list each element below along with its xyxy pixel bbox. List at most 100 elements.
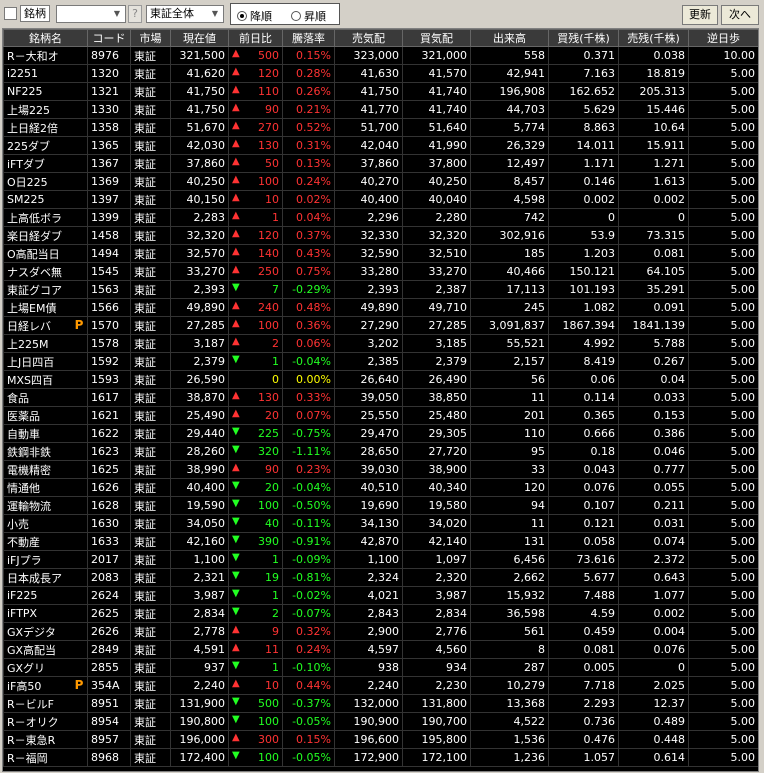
column-header[interactable]: 騰落率 — [282, 29, 335, 47]
table-row[interactable]: ナスダベ無 1545 東証 33,270 ▲ 250 0.75% 33,280 33,270 40… — [3, 262, 758, 281]
down-arrow-icon: ▼ — [232, 606, 240, 617]
table-row[interactable]: GXデジタ 2626 東証 2,778 ▲ 9 0.32% 2,900 2,776 561 0.45… — [3, 622, 758, 641]
table-row[interactable]: 東証グコア 1563 東証 2,393 ▼ 7 -0.29% 2,393 2,387 17,113… — [3, 280, 758, 299]
table-row[interactable]: GX高配当 2849 東証 4,591 ▲ 11 0.24% 4,597 4,560 8 0.081… — [3, 640, 758, 659]
code-cell: 1628 — [87, 496, 131, 515]
table-row[interactable]: MXS四百 1593 東証 26,590 0 0.00% 26,640 26,490 56 0.0… — [3, 370, 758, 389]
table-row[interactable]: GXグリ 2855 東証 937 ▼ 1 -0.10% 938 934 287 0.005 0 5.00 — [3, 658, 758, 677]
table-row[interactable]: R－オリク 8954 東証 190,800 ▼ 100 -0.05% 190,900 190,7… — [3, 712, 758, 731]
table-row[interactable]: 日経レバ P 1570 東証 27,285 ▲ 100 0.36% 27,290 27,285 3,… — [3, 316, 758, 335]
code-cell: 1625 — [87, 460, 131, 479]
table-row[interactable]: 自動車 1622 東証 29,440 ▼ 225 -0.75% 29,470 29,305 110… — [3, 424, 758, 443]
change-cell: ▼ 100 — [228, 712, 283, 731]
chevron-down-icon: ▼ — [211, 9, 219, 18]
column-header[interactable]: 前日比 — [228, 29, 283, 47]
table-row[interactable]: 鉄鋼非鉄 1623 東証 28,260 ▼ 320 -1.11% 28,650 27,720 95… — [3, 442, 758, 461]
change-rate-cell: 0.33% — [282, 388, 335, 407]
code-cell: 8968 — [87, 748, 131, 767]
symbol-combo[interactable]: ▼ — [56, 5, 126, 23]
select-all-checkbox[interactable] — [4, 7, 17, 20]
table-row[interactable]: 上J日四百 1592 東証 2,379 ▼ 1 -0.04% 2,385 2,379 2,157 8… — [3, 352, 758, 371]
column-header[interactable]: 現在値 — [170, 29, 229, 47]
reverse-fee-cell: 5.00 — [688, 388, 758, 407]
column-header[interactable]: 買気配 — [402, 29, 471, 47]
reverse-fee-cell: 5.00 — [688, 172, 758, 191]
help-button[interactable]: ? — [128, 5, 142, 23]
table-row[interactable]: iFTPX 2625 東証 2,834 ▼ 2 -0.07% 2,843 2,834 36,598… — [3, 604, 758, 623]
table-row[interactable]: iFJプラ 2017 東証 1,100 ▼ 1 -0.09% 1,100 1,097 6,456 7… — [3, 550, 758, 569]
table-row[interactable]: 食品 1617 東証 38,870 ▲ 130 0.33% 39,050 38,850 11 0.1… — [3, 388, 758, 407]
volume-cell: 196,908 — [470, 82, 549, 101]
table-row[interactable]: iF225 2624 東証 3,987 ▼ 1 -0.02% 4,021 3,987 15,932… — [3, 586, 758, 605]
table-row[interactable]: 小売 1630 東証 34,050 ▼ 40 -0.11% 34,130 34,020 11 0.1… — [3, 514, 758, 533]
code-cell: 1494 — [87, 244, 131, 263]
market-select[interactable]: 東証全体 ▼ — [146, 5, 224, 23]
stock-name-cell: GXデジタ — [3, 622, 88, 641]
margin-buy-cell: 1.171 — [548, 154, 619, 173]
margin-sell-cell: 0.031 — [618, 514, 689, 533]
stock-name: iF225 — [7, 589, 38, 602]
column-header[interactable]: コード — [87, 29, 131, 47]
change-rate-cell: 0.04% — [282, 208, 335, 227]
table-row[interactable]: 電機精密 1625 東証 38,990 ▲ 90 0.23% 39,030 38,900 33 0.… — [3, 460, 758, 479]
refresh-button[interactable]: 更新 — [682, 5, 718, 25]
market-cell: 東証 — [130, 82, 171, 101]
ask-cell: 938 — [334, 658, 403, 677]
change-cell: ▲ 240 — [228, 298, 283, 317]
change-cell: ▲ 90 — [228, 460, 283, 479]
column-header[interactable]: 逆日歩 — [688, 29, 758, 47]
table-row[interactable]: O日225 1369 東証 40,250 ▲ 100 0.24% 40,270 40,250 8,… — [3, 172, 758, 191]
table-row[interactable]: R－大和オ 8976 東証 321,500 ▲ 500 0.15% 323,000 321,00… — [3, 46, 758, 65]
table-row[interactable]: iF高50 P 354A 東証 2,240 ▲ 10 0.44% 2,240 2,230 10,27… — [3, 676, 758, 695]
table-row[interactable]: SM225 1397 東証 40,150 ▲ 10 0.02% 40,400 40,040 4,5… — [3, 190, 758, 209]
table-row[interactable]: iFTダブ 1367 東証 37,860 ▲ 50 0.13% 37,860 37,800 12,… — [3, 154, 758, 173]
table-row[interactable]: 上高低ボラ 1399 東証 2,283 ▲ 1 0.04% 2,296 2,280 742 0 0 5.… — [3, 208, 758, 227]
table-row[interactable]: NF225 1321 東証 41,750 ▲ 110 0.26% 41,750 41,740 19… — [3, 82, 758, 101]
margin-buy-cell: 0.107 — [548, 496, 619, 515]
chevron-down-icon: ▼ — [113, 9, 121, 18]
table-row[interactable]: 上225M 1578 東証 3,187 ▲ 2 0.06% 3,202 3,185 55,521 4… — [3, 334, 758, 353]
table-row[interactable]: 不動産 1633 東証 42,160 ▼ 390 -0.91% 42,870 42,140 131… — [3, 532, 758, 551]
ask-cell: 4,597 — [334, 640, 403, 659]
margin-sell-cell: 1841.139 — [618, 316, 689, 335]
sort-asc-radio[interactable]: 昇順 — [291, 8, 326, 24]
table-row[interactable]: 楽日経ダブ 1458 東証 32,320 ▲ 120 0.37% 32,330 32,320 30… — [3, 226, 758, 245]
change-rate-cell: 0.75% — [282, 262, 335, 281]
margin-sell-cell: 205.313 — [618, 82, 689, 101]
column-header[interactable]: 売残(千株) — [618, 29, 689, 47]
table-row[interactable]: i2251 1320 東証 41,620 ▲ 120 0.28% 41,630 41,570 42… — [3, 64, 758, 83]
table-row[interactable]: O高配当日 1494 東証 32,570 ▲ 140 0.43% 32,590 32,510 18… — [3, 244, 758, 263]
market-cell: 東証 — [130, 676, 171, 695]
table-row[interactable]: 情通他 1626 東証 40,400 ▼ 20 -0.04% 40,510 40,340 120 0… — [3, 478, 758, 497]
sort-desc-radio[interactable]: 降順 — [237, 8, 272, 24]
next-button[interactable]: 次へ — [721, 5, 759, 25]
margin-buy-cell: 7.163 — [548, 64, 619, 83]
column-header[interactable]: 売気配 — [334, 29, 403, 47]
table-row[interactable]: 医薬品 1621 東証 25,490 ▲ 20 0.07% 25,550 25,480 201 0.… — [3, 406, 758, 425]
bid-cell: 40,250 — [402, 172, 471, 191]
table-row[interactable]: 上日経2倍 1358 東証 51,670 ▲ 270 0.52% 51,700 51,640 5,… — [3, 118, 758, 137]
table-row[interactable]: 上場225 1330 東証 41,750 ▲ 90 0.21% 41,770 41,740 44,… — [3, 100, 758, 119]
table-row[interactable]: R－ビルF 8951 東証 131,900 ▼ 500 -0.37% 132,000 131,8… — [3, 694, 758, 713]
reverse-fee-cell: 5.00 — [688, 406, 758, 425]
table-row[interactable]: 上場EM債 1566 東証 49,890 ▲ 240 0.48% 49,890 49,710 24… — [3, 298, 758, 317]
code-cell: 354A — [87, 676, 131, 695]
table-row[interactable]: R－福岡 8968 東証 172,400 ▼ 100 -0.05% 172,900 172,10… — [3, 748, 758, 767]
column-header[interactable]: 出来高 — [470, 29, 549, 47]
stock-name: R－大和オ — [7, 49, 59, 63]
column-header[interactable]: 銘柄名 — [3, 29, 88, 47]
column-header[interactable]: 買残(千株) — [548, 29, 619, 47]
table-row[interactable]: 日本成長ア 2083 東証 2,321 ▼ 19 -0.81% 2,324 2,320 2,662… — [3, 568, 758, 587]
column-header[interactable]: 市場 — [130, 29, 171, 47]
margin-buy-cell: 1.082 — [548, 298, 619, 317]
volume-cell: 15,932 — [470, 586, 549, 605]
table-row[interactable]: R－東急R 8957 東証 196,000 ▲ 300 0.15% 196,600 195,80… — [3, 730, 758, 749]
stock-name: i2251 — [7, 67, 39, 80]
stock-name: GX高配当 — [7, 643, 57, 657]
table-row[interactable]: 225ダブ 1365 東証 42,030 ▲ 130 0.31% 42,040 41,990 26… — [3, 136, 758, 155]
bid-cell: 2,776 — [402, 622, 471, 641]
table-row[interactable]: 運輸物流 1628 東証 19,590 ▼ 100 -0.50% 19,690 19,580 94… — [3, 496, 758, 515]
market-cell: 東証 — [130, 172, 171, 191]
margin-buy-cell: 0.081 — [548, 640, 619, 659]
ask-cell: 34,130 — [334, 514, 403, 533]
